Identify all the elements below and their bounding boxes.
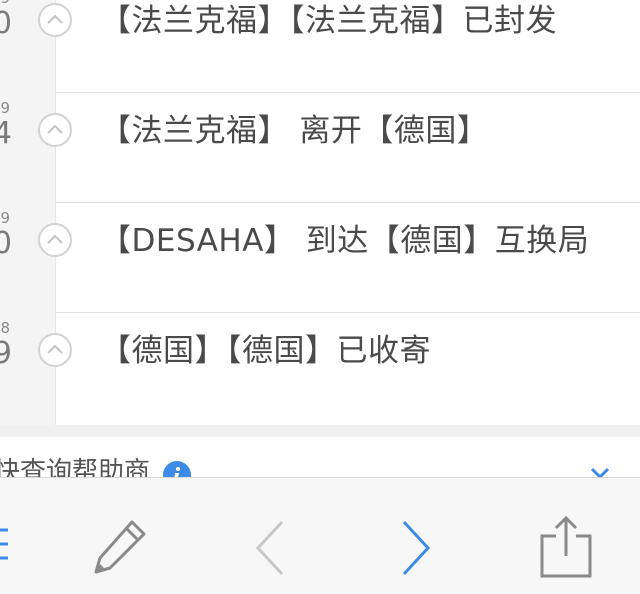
- back-chevron-icon[interactable]: [238, 514, 302, 578]
- share-icon[interactable]: [534, 514, 598, 578]
- event-text: 【法兰克福】 离开【德国】: [100, 113, 489, 149]
- event-text: 【DESAHA】 到达【德国】互换局: [100, 223, 590, 259]
- timeline-time: 8 9: [0, 313, 56, 425]
- close-icon[interactable]: [588, 459, 612, 477]
- time-big: 0: [0, 229, 12, 259]
- time-big: 9: [0, 339, 12, 369]
- time-small: 9: [0, 99, 10, 117]
- timeline-time: 9 4: [0, 93, 56, 203]
- help-banner[interactable]: 快查询帮助商: [0, 437, 640, 477]
- timeline-row: 9 0 【DESAHA】 到达【德国】互换局: [0, 203, 640, 313]
- time-small: 8: [0, 319, 10, 337]
- time-small: 9: [0, 209, 10, 227]
- event-text: 【德国】【德国】已收寄: [100, 333, 431, 369]
- event-text: 【法兰克福】【法兰克福】已封发: [100, 3, 557, 39]
- chevron-up-icon[interactable]: [37, 112, 73, 148]
- timeline-time: 9 0: [0, 203, 56, 313]
- timeline-row: 9 4 【法兰克福】 离开【德国】: [0, 93, 640, 203]
- forward-chevron-icon[interactable]: [384, 514, 448, 578]
- bottom-toolbar: [0, 477, 640, 594]
- chevron-up-icon[interactable]: [37, 222, 73, 258]
- time-big: 0: [0, 9, 12, 39]
- menu-icon[interactable]: [0, 514, 30, 578]
- chevron-up-icon[interactable]: [37, 2, 73, 38]
- section-divider: [0, 425, 640, 437]
- time-big: 4: [0, 119, 12, 149]
- info-icon[interactable]: [163, 461, 191, 477]
- pencil-icon[interactable]: [88, 514, 152, 578]
- screen: 9 0 【法兰克福】【法兰克福】已封发 9 4 【法兰克福】 离开【德国】 9 …: [0, 0, 640, 594]
- timeline-row: 8 9 【德国】【德国】已收寄: [0, 313, 640, 425]
- banner-text: 快查询帮助商: [0, 457, 151, 477]
- timeline-row: 9 0 【法兰克福】【法兰克福】已封发: [0, 0, 640, 93]
- chevron-up-icon[interactable]: [37, 332, 73, 368]
